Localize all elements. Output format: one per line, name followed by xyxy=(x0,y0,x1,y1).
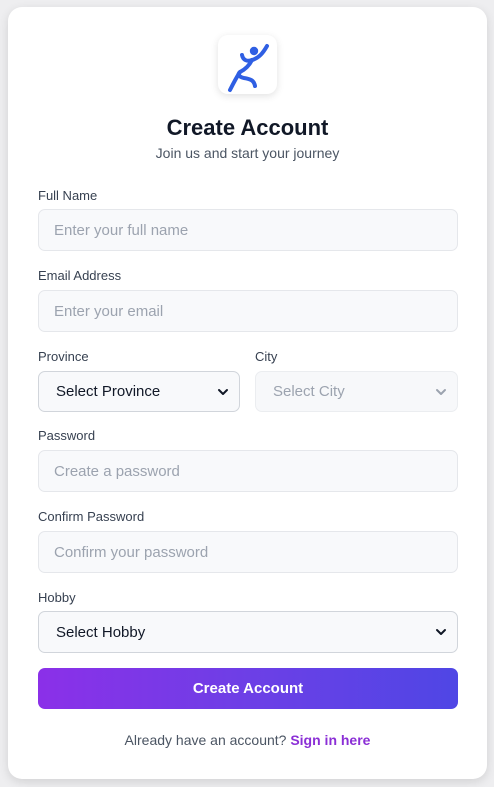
person-jumping-icon xyxy=(228,44,269,92)
email-input[interactable] xyxy=(38,290,458,332)
chevron-down-icon xyxy=(436,388,446,395)
city-select-value: Select City xyxy=(273,383,345,400)
signin-prompt-text: Already have an account? xyxy=(124,732,287,748)
hobby-select-value: Select Hobby xyxy=(56,623,146,641)
signin-prompt: Already have an account? Sign in here xyxy=(8,732,487,748)
page-title: Create Account xyxy=(166,115,329,140)
password-label: Password xyxy=(38,428,96,443)
password-input[interactable] xyxy=(38,450,458,492)
signup-card: Create Account Join us and start your jo… xyxy=(8,7,487,779)
province-select-value: Select Province xyxy=(56,383,161,400)
chevron-down-icon xyxy=(218,388,228,395)
app-logo xyxy=(218,35,277,94)
full-name-label: Full Name xyxy=(38,188,98,203)
confirm-password-input[interactable] xyxy=(38,531,458,573)
chevron-down-icon xyxy=(436,629,446,635)
city-label: City xyxy=(255,349,278,364)
hobby-label: Hobby xyxy=(38,590,76,605)
hobby-select[interactable]: Select Hobby xyxy=(38,611,458,653)
province-select[interactable]: Select Province xyxy=(38,371,240,412)
confirm-password-label: Confirm Password xyxy=(38,509,145,524)
sign-in-link[interactable]: Sign in here xyxy=(290,732,370,748)
create-account-button[interactable]: Create Account xyxy=(38,668,458,709)
page-subtitle: Join us and start your journey xyxy=(155,145,340,161)
province-label: Province xyxy=(38,349,89,364)
email-label: Email Address xyxy=(38,268,122,283)
city-select[interactable]: Select City xyxy=(255,371,458,412)
full-name-input[interactable] xyxy=(38,209,458,251)
